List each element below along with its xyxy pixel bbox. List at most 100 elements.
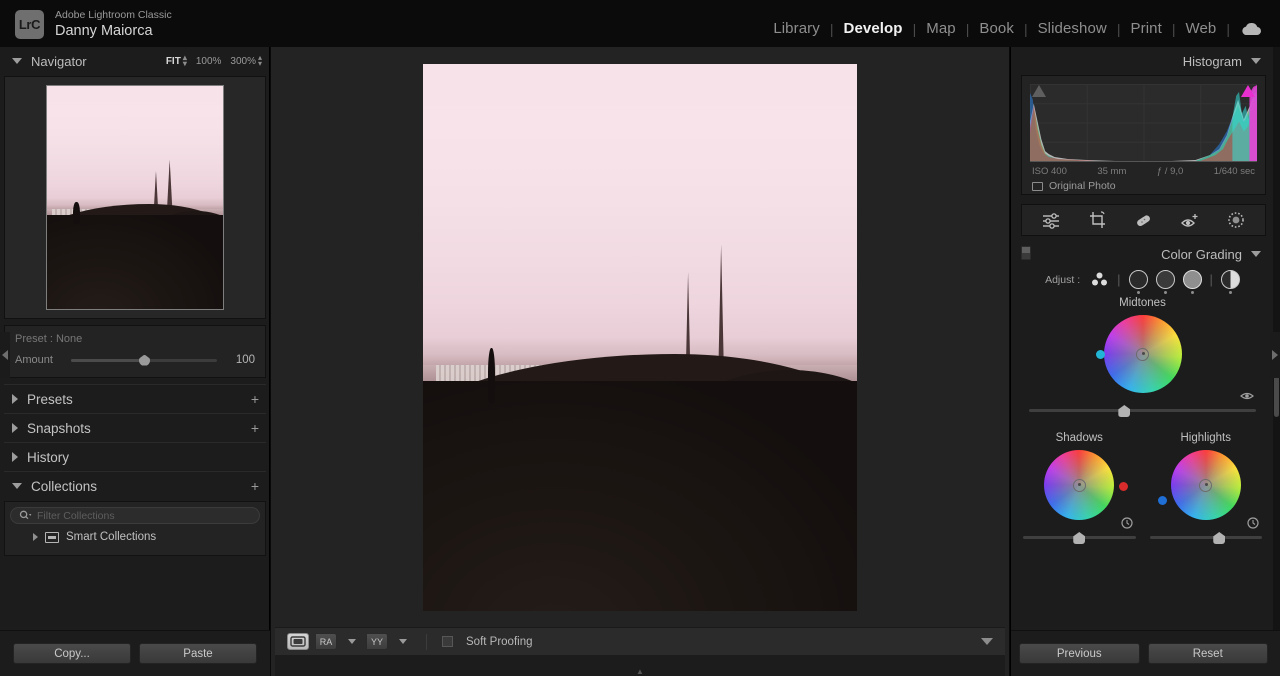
wheel-center-handle[interactable] (1199, 478, 1213, 492)
module-slideshow[interactable]: Slideshow (1028, 20, 1117, 37)
chevron-down-icon[interactable] (1251, 58, 1261, 64)
compare-caret-icon[interactable] (399, 639, 407, 644)
midtones-color-wheel[interactable] (1095, 315, 1182, 393)
histogram-header[interactable]: Histogram (1011, 50, 1274, 72)
crop-overlay-icon[interactable] (1086, 209, 1110, 231)
aperture-value: ƒ / 9,0 (1156, 166, 1184, 177)
sidebar-item-presets[interactable]: Presets + (0, 385, 270, 413)
sidebar-item-history[interactable]: History (0, 443, 270, 471)
midtones-luminance-slider[interactable] (1029, 409, 1256, 412)
masking-icon[interactable] (1224, 209, 1248, 231)
amount-slider-knob[interactable] (139, 354, 150, 366)
zoom-fit[interactable]: FIT ▴ ▾ (166, 54, 187, 68)
amount-slider[interactable] (71, 354, 217, 366)
collapse-left-panel-button[interactable] (0, 332, 10, 378)
compare-button[interactable]: YY (366, 633, 388, 650)
chevron-right-icon[interactable] (12, 452, 18, 462)
chevron-right-icon[interactable] (33, 533, 38, 541)
list-item[interactable]: Smart Collections (10, 527, 260, 547)
module-map[interactable]: Map (916, 20, 965, 37)
spot-removal-icon[interactable] (1132, 209, 1156, 231)
add-preset-icon[interactable]: + (251, 391, 259, 407)
chevron-left-icon (2, 350, 8, 360)
amount-value: 100 (235, 354, 255, 366)
soft-proofing-checkbox[interactable] (442, 636, 453, 647)
module-web[interactable]: Web (1175, 20, 1226, 37)
zoom-300[interactable]: 300% ▴ ▾ (230, 54, 262, 68)
chevron-down-icon[interactable] (1251, 251, 1261, 257)
eye-icon[interactable] (1120, 516, 1134, 529)
before-after-button[interactable]: RA (315, 633, 337, 650)
original-photo-toggle[interactable]: Original Photo (1032, 180, 1116, 192)
copy-button[interactable]: Copy... (13, 643, 131, 664)
highlights-luminance-knob[interactable] (1213, 532, 1226, 544)
chevron-right-icon[interactable] (12, 423, 18, 433)
panel-enable-switch[interactable] (1021, 246, 1031, 260)
shadows-view-icon[interactable] (1128, 270, 1148, 294)
checkbox-icon[interactable] (1032, 181, 1043, 191)
before-after-group[interactable]: RA (315, 633, 337, 650)
stepper-icon[interactable]: ▴ ▾ (258, 54, 262, 68)
cloud-sync-icon[interactable] (1240, 22, 1262, 36)
module-book[interactable]: Book (969, 20, 1024, 37)
compare-group[interactable]: YY (366, 633, 388, 650)
shadows-luminance-knob[interactable] (1073, 532, 1086, 544)
midtones-view-icon[interactable] (1155, 270, 1175, 294)
navigator-preview[interactable] (4, 76, 266, 319)
navigator-header[interactable]: Navigator FIT ▴ ▾ 100% 300% ▴ ▾ (0, 50, 270, 72)
chevron-down-icon[interactable] (12, 483, 22, 489)
module-develop[interactable]: Develop (834, 20, 913, 37)
shadows-color-wheel[interactable] (1044, 450, 1129, 520)
shadows-luminance-slider-row (1023, 517, 1136, 545)
highlights-luminance-slider-row (1149, 517, 1262, 545)
module-separator: | (1226, 20, 1230, 37)
module-library[interactable]: Library (763, 20, 830, 37)
highlights-luminance-slider[interactable] (1149, 536, 1262, 539)
add-snapshot-icon[interactable]: + (251, 420, 259, 436)
midtones-luminance-knob[interactable] (1118, 405, 1131, 417)
loupe-view-button[interactable] (287, 633, 309, 650)
identity-plate[interactable]: Adobe Lightroom Classic Danny Maiorca (55, 9, 172, 40)
sidebar-item-snapshots[interactable]: Snapshots + (0, 414, 270, 442)
module-print[interactable]: Print (1121, 20, 1172, 37)
histogram-chart[interactable] (1030, 84, 1257, 162)
sidebar-item-label: Presets (27, 391, 73, 407)
eye-icon[interactable] (1246, 516, 1260, 529)
loupe-image[interactable] (423, 64, 857, 611)
before-after-caret-icon[interactable] (348, 639, 356, 644)
highlight-clipping-indicator[interactable] (1241, 85, 1255, 97)
stepper-icon[interactable]: ▴ ▾ (183, 54, 187, 68)
highlights-title: Highlights (1180, 432, 1232, 444)
toolbar-options-caret-icon[interactable] (981, 638, 993, 645)
chevron-right-icon[interactable] (12, 394, 18, 404)
highlights-color-wheel[interactable] (1157, 450, 1241, 520)
sidebar-item-collections[interactable]: Collections + (0, 472, 270, 500)
filter-collections-input[interactable]: Filter Collections (10, 507, 260, 524)
paste-button[interactable]: Paste (139, 643, 257, 664)
global-view-icon[interactable] (1220, 270, 1240, 294)
highlights-view-icon[interactable] (1182, 270, 1202, 294)
color-grading-header[interactable]: Color Grading (1011, 243, 1274, 265)
collapse-right-panel-button[interactable] (1270, 332, 1280, 378)
add-collection-icon[interactable]: + (251, 478, 259, 494)
image-canvas[interactable] (275, 47, 1005, 628)
edit-sliders-icon[interactable] (1040, 209, 1064, 231)
shadow-clipping-indicator[interactable] (1032, 85, 1046, 97)
shadows-highlights-row: Shadows Highlights (1023, 430, 1262, 545)
filmstrip-handle[interactable]: ▲ (542, 666, 738, 676)
navigator-thumbnail[interactable] (46, 85, 224, 310)
divider: | (1117, 272, 1121, 287)
zoom-100[interactable]: 100% (196, 56, 222, 67)
wheel-center-handle[interactable] (1072, 478, 1086, 492)
highlights-hue-handle[interactable] (1157, 496, 1167, 506)
red-eye-correction-icon[interactable] (1178, 209, 1202, 231)
wheel-center-handle[interactable] (1136, 347, 1149, 361)
eye-icon[interactable] (1240, 389, 1254, 401)
midtones-hue-handle[interactable] (1095, 349, 1105, 359)
chevron-down-icon[interactable] (12, 58, 22, 64)
iso-value: ISO 400 (1032, 166, 1067, 177)
3-way-view-icon[interactable] (1090, 271, 1109, 288)
shadows-hue-handle[interactable] (1119, 482, 1129, 492)
reset-button[interactable]: Reset (1147, 643, 1268, 664)
previous-button[interactable]: Previous (1019, 643, 1140, 664)
